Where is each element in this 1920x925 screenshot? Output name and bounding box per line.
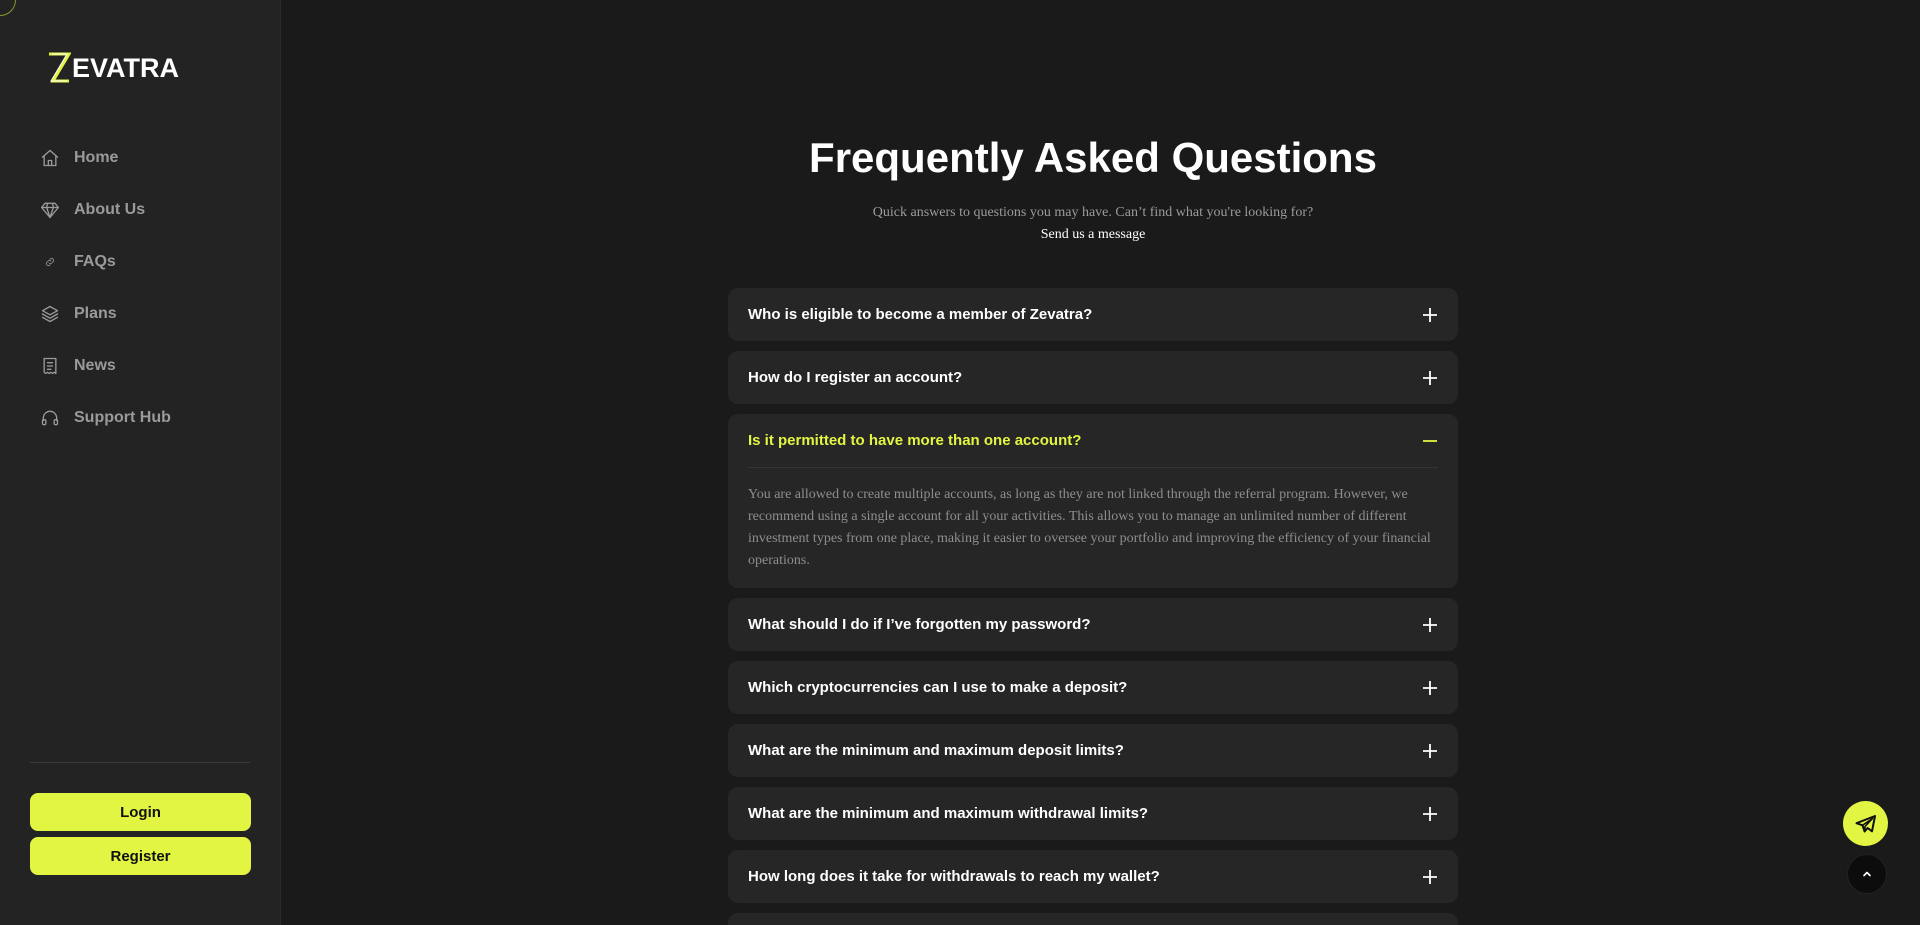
logo[interactable]: EVATRA xyxy=(47,52,179,84)
corner-ring-decoration xyxy=(0,0,16,16)
diamond-icon xyxy=(40,200,60,220)
minus-icon[interactable] xyxy=(1422,433,1438,449)
plus-icon[interactable] xyxy=(1422,806,1438,822)
sidebar-item-label: Plans xyxy=(74,305,117,322)
faq-item: What should I do if I’ve forgotten my pa… xyxy=(728,598,1458,651)
main-content: Frequently Asked Questions Quick answers… xyxy=(282,0,1920,925)
logo-text: EVATRA xyxy=(72,52,179,83)
faq-question-header[interactable]: What should I do if I’ve forgotten my pa… xyxy=(728,598,1458,651)
faq-item: How long does it take for withdrawals to… xyxy=(728,850,1458,903)
faq-question-header[interactable]: Is it permitted to have more than one ac… xyxy=(728,414,1458,467)
link-icon xyxy=(40,252,60,272)
sidebar-item-faqs[interactable]: FAQs xyxy=(40,236,171,288)
faq-question-header[interactable]: How long does it take for withdrawals to… xyxy=(728,850,1458,903)
faq-item-expanded: Is it permitted to have more than one ac… xyxy=(728,414,1458,588)
faq-question-header[interactable]: How do I register an account? xyxy=(728,351,1458,404)
sidebar: EVATRA Home About Us FAQs Plans News Sup… xyxy=(0,0,281,925)
headset-icon xyxy=(40,408,60,428)
faq-question: Is it permitted to have more than one ac… xyxy=(748,432,1082,449)
home-icon xyxy=(40,148,60,168)
faq-question: What should I do if I’ve forgotten my pa… xyxy=(748,616,1091,633)
faq-question: What are the minimum and maximum withdra… xyxy=(748,805,1149,822)
sidebar-item-label: Support Hub xyxy=(74,409,171,426)
plus-icon[interactable] xyxy=(1422,307,1438,323)
faq-question: Which cryptocurrencies can I use to make… xyxy=(748,679,1128,696)
sidebar-item-news[interactable]: News xyxy=(40,340,171,392)
faq-question-header[interactable]: What are the minimum and maximum withdra… xyxy=(728,787,1458,840)
sidebar-item-support-hub[interactable]: Support Hub xyxy=(40,392,171,444)
login-button[interactable]: Login xyxy=(30,793,251,831)
faq-item: What are the minimum and maximum withdra… xyxy=(728,787,1458,840)
faq-item: Which cryptocurrencies can I use to make… xyxy=(728,661,1458,714)
sidebar-nav: Home About Us FAQs Plans News Support Hu… xyxy=(40,132,171,444)
scroll-to-top-button[interactable] xyxy=(1847,854,1887,894)
register-button[interactable]: Register xyxy=(30,837,251,875)
page-title: Frequently Asked Questions xyxy=(809,134,1377,181)
faq-question: How long does it take for withdrawals to… xyxy=(748,868,1160,885)
telegram-icon xyxy=(1855,814,1876,832)
send-message-link[interactable]: Send us a message xyxy=(282,227,1904,243)
faq-question: What are the minimum and maximum deposit… xyxy=(748,742,1124,759)
faq-question: How do I register an account? xyxy=(748,369,963,386)
sidebar-divider xyxy=(30,762,250,763)
chevron-up-icon xyxy=(1863,871,1871,877)
sidebar-item-label: News xyxy=(74,357,116,374)
faq-answer: You are allowed to create multiple accou… xyxy=(748,487,1431,568)
plus-icon[interactable] xyxy=(1422,869,1438,885)
sidebar-item-plans[interactable]: Plans xyxy=(40,288,171,340)
logo-z-icon xyxy=(49,52,71,83)
layers-icon xyxy=(40,304,60,324)
sidebar-item-label: FAQs xyxy=(74,253,116,270)
faq-item: What are the minimum and maximum deposit… xyxy=(728,724,1458,777)
plus-icon[interactable] xyxy=(1422,617,1438,633)
receipt-icon xyxy=(40,356,60,376)
plus-icon[interactable] xyxy=(1422,680,1438,696)
sidebar-item-home[interactable]: Home xyxy=(40,132,171,184)
sidebar-item-about-us[interactable]: About Us xyxy=(40,184,171,236)
faq-item: Who is eligible to become a member of Ze… xyxy=(728,288,1458,341)
plus-icon[interactable] xyxy=(1422,743,1438,759)
page-subtitle: Quick answers to questions you may have.… xyxy=(872,205,1314,220)
sidebar-item-label: About Us xyxy=(74,201,146,218)
faq-question: Who is eligible to become a member of Ze… xyxy=(748,306,1093,323)
faq-question-header[interactable]: What are the minimum and maximum deposit… xyxy=(728,724,1458,777)
faq-answer-panel: You are allowed to create multiple accou… xyxy=(748,467,1438,588)
faq-question-header[interactable]: Which cryptocurrencies can I use to make… xyxy=(728,661,1458,714)
faq-list: Who is eligible to become a member of Ze… xyxy=(728,288,1458,925)
faq-item-partial xyxy=(728,913,1458,925)
plus-icon[interactable] xyxy=(1422,370,1438,386)
faq-question-header[interactable]: Who is eligible to become a member of Ze… xyxy=(728,288,1458,341)
sidebar-item-label: Home xyxy=(74,149,119,166)
telegram-button[interactable] xyxy=(1843,801,1888,846)
faq-item: How do I register an account? xyxy=(728,351,1458,404)
